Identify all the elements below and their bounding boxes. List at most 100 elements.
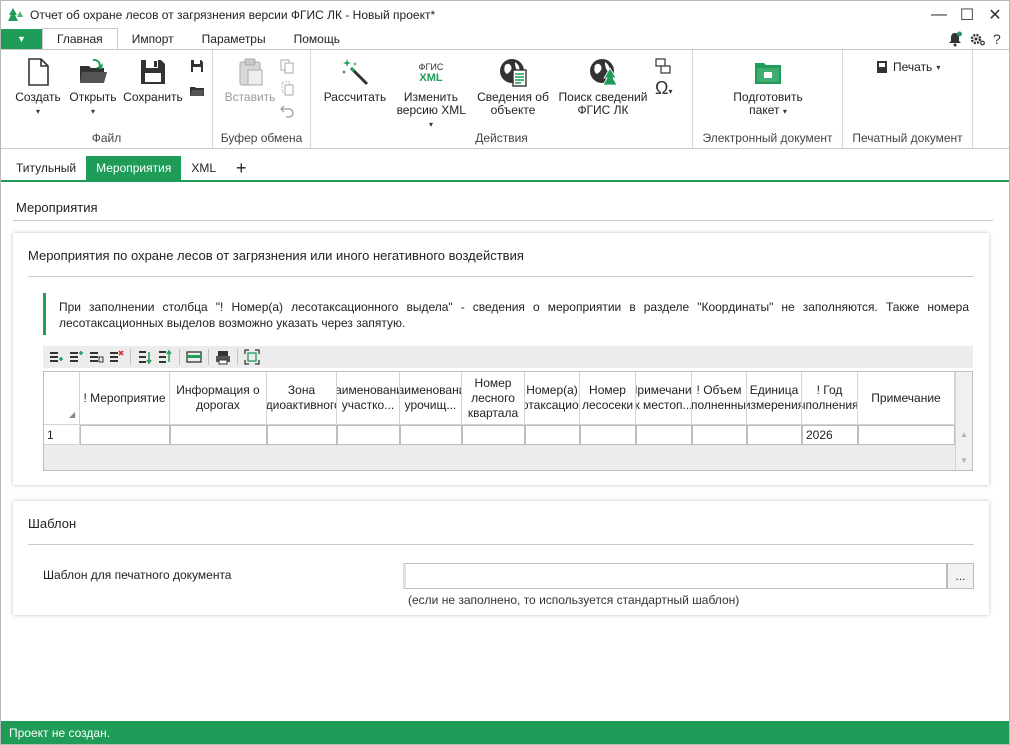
calculate-button[interactable]: Рассчитать xyxy=(321,56,389,104)
column-header[interactable]: Информация о дорогах xyxy=(170,372,267,425)
tab-import[interactable]: Импорт xyxy=(118,29,188,49)
corner-triangle-icon: ◢ xyxy=(69,410,76,419)
copy-icon[interactable] xyxy=(279,58,295,74)
copy-row-icon[interactable] xyxy=(88,349,104,365)
print-button[interactable]: Печать ▾ xyxy=(875,60,940,74)
table-cell[interactable] xyxy=(636,425,692,445)
group-label-file: Файл xyxy=(91,131,122,145)
vertical-scrollbar[interactable]: ▲ ▼ xyxy=(955,372,972,470)
events-card: Мероприятия по охране лесов от загрязнен… xyxy=(13,233,989,485)
undo-icon[interactable] xyxy=(279,102,295,118)
table-cell[interactable] xyxy=(462,425,525,445)
add-tab-button[interactable]: + xyxy=(226,156,257,180)
omega-icon: Ω xyxy=(655,78,669,98)
status-text: Проект не создан. xyxy=(9,725,111,740)
save-button[interactable]: Сохранить xyxy=(121,56,185,104)
browse-button[interactable]: ... xyxy=(947,563,974,589)
table-cell[interactable] xyxy=(170,425,267,445)
clipboard-paste-icon xyxy=(239,58,263,86)
ribbon-group-print: Печать ▾ Печатный документ xyxy=(843,50,973,148)
column-header[interactable]: Наименование урочищ... xyxy=(400,372,462,425)
column-header[interactable]: Номер(а) лесотаксационн... xyxy=(525,372,580,425)
file-menu-button[interactable]: ▼ xyxy=(1,29,42,49)
group-label-clipboard: Буфер обмена xyxy=(220,131,303,145)
change-xml-version-button[interactable]: ФГИС XML Изменить версию XML ▾ xyxy=(393,56,469,131)
tab-home[interactable]: Главная xyxy=(42,28,118,49)
table-cell[interactable] xyxy=(267,425,337,445)
tab-help[interactable]: Помощь xyxy=(280,29,354,49)
globe-tree-icon xyxy=(590,59,618,86)
column-header[interactable]: ! Год выполнения... xyxy=(802,372,858,425)
symbol-insert-button[interactable]: Ω▾ xyxy=(655,78,672,99)
insert-row-icon[interactable] xyxy=(68,349,84,365)
table-header: ◢ ! Мероприятие Информация о дорогах Зон… xyxy=(44,372,955,425)
floppy-disk-icon xyxy=(141,60,165,84)
paste-button[interactable]: Вставить xyxy=(221,56,279,104)
print-table-icon[interactable] xyxy=(215,349,231,365)
bell-icon[interactable] xyxy=(947,31,963,47)
table-cell[interactable] xyxy=(580,425,636,445)
delete-row-icon[interactable] xyxy=(108,349,124,365)
column-header[interactable]: Примечание xyxy=(858,372,955,425)
add-row-icon[interactable] xyxy=(48,349,64,365)
table-cell[interactable] xyxy=(400,425,462,445)
table-cell[interactable] xyxy=(858,425,955,445)
printer-icon xyxy=(877,61,887,73)
scroll-down-icon[interactable]: ▼ xyxy=(960,456,968,465)
column-header[interactable]: Зона радиоактивного... xyxy=(267,372,337,425)
table-cell[interactable]: 2026 xyxy=(802,425,858,445)
column-header[interactable]: Примечание к местоп... xyxy=(636,372,692,425)
template-note: (если не заполнено, то используется стан… xyxy=(408,593,740,607)
table-cell[interactable] xyxy=(692,425,747,445)
template-path-input[interactable] xyxy=(403,563,947,589)
minimize-button[interactable]: — xyxy=(925,1,953,29)
template-card: Шаблон Шаблон для печатного документа ..… xyxy=(13,501,989,615)
row-number[interactable]: 1 xyxy=(44,425,80,445)
table-cell[interactable] xyxy=(337,425,400,445)
column-header[interactable]: Единица измерения xyxy=(747,372,802,425)
tab-xml[interactable]: XML xyxy=(181,156,226,180)
table-cell[interactable] xyxy=(525,425,580,445)
open-button[interactable]: Открыть ▾ xyxy=(67,56,119,118)
move-up-icon[interactable] xyxy=(157,349,173,365)
card-divider xyxy=(28,544,974,545)
table-cell[interactable] xyxy=(80,425,170,445)
gear-icon[interactable] xyxy=(969,31,985,47)
document-tab-bar: Титульный Мероприятия XML + xyxy=(1,156,1009,182)
corner-cell[interactable]: ◢ xyxy=(44,372,80,425)
search-fgis-button[interactable]: Поиск сведений ФГИС ЛК xyxy=(555,56,651,117)
fullscreen-icon[interactable] xyxy=(244,349,260,365)
svg-text:?: ? xyxy=(993,31,1001,47)
template-label: Шаблон для печатного документа xyxy=(43,568,232,582)
info-hint: При заполнении столбца "! Номер(а) лесот… xyxy=(43,293,969,335)
table-row[interactable]: 1 2026 xyxy=(44,425,955,445)
ribbon-group-file: Создать ▾ Открыть ▾ Сохранить Файл xyxy=(1,50,213,148)
move-down-icon[interactable] xyxy=(137,349,153,365)
tab-events[interactable]: Мероприятия xyxy=(86,156,182,180)
edit-row-icon[interactable] xyxy=(186,349,202,365)
column-header[interactable]: Номер лесного квартала xyxy=(462,372,525,425)
grid-toolbar xyxy=(43,346,973,368)
group-label-actions: Действия xyxy=(475,131,528,145)
cut-icon[interactable] xyxy=(279,80,295,96)
help-icon[interactable]: ? xyxy=(991,31,1005,47)
table-cell[interactable] xyxy=(747,425,802,445)
tab-parameters[interactable]: Параметры xyxy=(188,29,280,49)
column-header[interactable]: ! Мероприятие xyxy=(80,372,170,425)
object-info-button[interactable]: Сведения об объекте xyxy=(475,56,551,117)
column-header[interactable]: Номер лесосеки xyxy=(580,372,636,425)
column-header[interactable]: ! Объем выполненных... xyxy=(692,372,747,425)
status-bar: Проект не создан. xyxy=(1,721,1009,744)
maximize-button[interactable]: ☐ xyxy=(953,1,981,29)
app-logo-icon xyxy=(8,8,23,21)
prepare-package-button[interactable]: Подготовить пакет ▾ xyxy=(723,56,813,118)
save-as-icon[interactable] xyxy=(189,58,205,74)
close-project-icon[interactable] xyxy=(189,82,205,98)
tab-title-page[interactable]: Титульный xyxy=(6,156,86,180)
close-button[interactable]: ✕ xyxy=(981,1,1009,29)
column-header[interactable]: Наименование участко... xyxy=(337,372,400,425)
window-switch-icon[interactable] xyxy=(655,58,671,74)
magic-wand-icon xyxy=(342,59,369,86)
scroll-up-icon[interactable]: ▲ xyxy=(960,430,968,439)
create-button[interactable]: Создать ▾ xyxy=(13,56,63,118)
